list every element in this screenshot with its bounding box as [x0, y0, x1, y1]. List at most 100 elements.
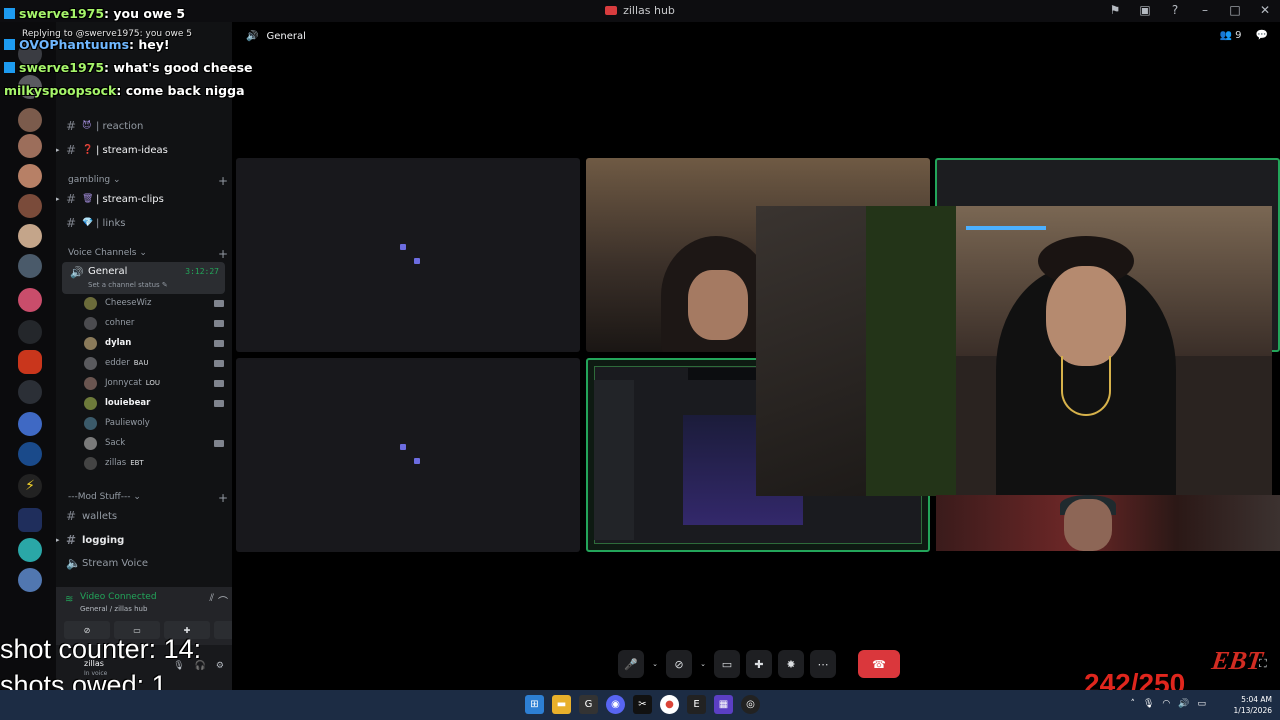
server-icon[interactable] — [18, 380, 42, 404]
server-icon[interactable] — [18, 320, 42, 344]
epic-games-icon[interactable]: E — [687, 695, 706, 714]
camera-button[interactable]: ⊘ — [666, 650, 692, 678]
avatar — [84, 416, 97, 430]
category-gambling[interactable]: gambling ⌄ + — [68, 174, 228, 188]
voice-user[interactable]: Pauliewoly — [84, 413, 224, 433]
more-options-button[interactable]: ⋯ — [810, 650, 836, 678]
disconnect-icon[interactable]: ⌒ — [218, 593, 228, 608]
close-icon[interactable]: ✕ — [1258, 3, 1272, 17]
voice-user[interactable]: CheeseWiz — [84, 293, 224, 313]
end-call-button[interactable]: ☎ — [858, 650, 900, 678]
activities-button[interactable]: ✚ — [746, 650, 772, 678]
camera-icon — [214, 439, 224, 447]
fullscreen-icon[interactable]: ⛶ — [1259, 657, 1267, 671]
webcam-wall — [756, 206, 876, 496]
server-icon[interactable] — [18, 538, 42, 562]
hash-icon: # — [66, 143, 77, 157]
start-button[interactable]: ⊞ — [525, 695, 544, 714]
video-tile-loading[interactable] — [236, 158, 580, 352]
voice-user[interactable]: louiebear — [84, 393, 224, 413]
hash-icon: # — [66, 533, 77, 547]
call-header-actions: 👥 9 💬 — [1220, 30, 1268, 41]
voice-user[interactable]: cohner — [84, 313, 224, 333]
video-tile-loading[interactable] — [236, 358, 580, 552]
voice-channel-general[interactable]: 🔊 General 3:12:27 Set a channel status ✎ — [62, 262, 225, 294]
add-channel-icon[interactable]: + — [218, 247, 228, 261]
chevron-down-icon[interactable]: ⌄ — [698, 650, 708, 678]
voice-user-name: CheeseWiz — [105, 298, 152, 308]
file-explorer-icon[interactable]: ▬ — [552, 695, 571, 714]
wifi-icon[interactable]: ◠ — [1162, 699, 1170, 709]
chevron-down-icon[interactable]: ⌄ — [650, 650, 660, 678]
participants-button[interactable]: 👥 9 — [1220, 30, 1242, 41]
channel-links[interactable]: # 💎 | links — [66, 213, 226, 233]
webcam-face — [688, 270, 748, 340]
avatar — [84, 296, 97, 310]
settings-icon[interactable]: ⚙ — [216, 661, 224, 671]
voice-user[interactable]: edder BAU — [84, 353, 224, 373]
server-icon[interactable] — [18, 288, 42, 312]
noise-suppression-icon[interactable]: ⫽ — [210, 593, 214, 604]
screen-icon[interactable]: ▣ — [1138, 3, 1152, 17]
soundboard-button[interactable]: ✸ — [778, 650, 804, 678]
voice-user[interactable]: dylan — [84, 333, 224, 353]
shared-sidebar — [594, 380, 634, 540]
badge-icon — [4, 39, 15, 50]
call-controls: 🎤 ⌄ ⊘ ⌄ ▭ ✚ ✸ ⋯ ☎ — [618, 650, 900, 678]
server-icon[interactable] — [18, 134, 42, 158]
channel-stream-ideas[interactable]: ▸ # ❓ | stream-ideas — [56, 140, 226, 160]
channel-stream-clips[interactable]: ▸ # 🗑 | stream-clips — [56, 189, 226, 209]
discord-icon[interactable]: ◉ — [606, 695, 625, 714]
taskbar-clock[interactable]: 5:04 AM 1/13/2026 — [1234, 694, 1272, 716]
battery-icon[interactable]: ▭ — [1197, 699, 1206, 709]
loading-indicator — [414, 458, 420, 464]
capcut-icon[interactable]: ✂ — [633, 695, 652, 714]
obs-icon[interactable]: ◎ — [741, 695, 760, 714]
folder-server-icon[interactable] — [18, 508, 42, 532]
server-icon[interactable] — [18, 442, 42, 466]
minimize-icon[interactable]: – — [1198, 3, 1212, 17]
microphone-button[interactable]: 🎤 — [618, 650, 644, 678]
webcam-face — [1046, 266, 1126, 366]
server-icon[interactable] — [18, 412, 42, 436]
lightning-server-icon[interactable]: ⚡ — [18, 474, 42, 498]
channel-reaction[interactable]: # 😈 | reaction — [66, 116, 226, 136]
secondary-webcam — [936, 495, 1280, 551]
chevron-up-icon[interactable]: ˄ — [1130, 699, 1135, 709]
add-channel-icon[interactable]: + — [218, 491, 228, 505]
voice-user-tag: LOU — [145, 379, 161, 387]
voice-user-tag: EBT — [130, 459, 144, 467]
grid-app-icon[interactable]: ▦ — [714, 695, 733, 714]
help-icon[interactable]: ? — [1168, 3, 1182, 17]
desktop: zillas hub ⚑ ▣ ? – □ ✕ ⚡ # 😈 | reaction … — [0, 0, 1280, 720]
chrome-icon[interactable]: ● — [660, 695, 679, 714]
chat-icon[interactable]: 💬 — [1256, 30, 1268, 41]
server-icon[interactable] — [18, 194, 42, 218]
volume-icon[interactable]: 🔊 — [1178, 699, 1189, 709]
screen-share-button[interactable]: ▭ — [714, 650, 740, 678]
server-icon[interactable] — [18, 568, 42, 592]
voice-user[interactable]: Jonnycat LOU — [84, 373, 224, 393]
category-voice-channels[interactable]: Voice Channels ⌄ + — [68, 247, 228, 261]
mic-tray-icon[interactable]: 🎙 — [1143, 699, 1154, 709]
loading-indicator — [414, 258, 420, 264]
server-icon[interactable] — [18, 164, 42, 188]
channel-status[interactable]: Set a channel status ✎ — [88, 281, 168, 289]
avatar — [84, 376, 97, 390]
server-icon[interactable] — [18, 108, 42, 132]
server-icon-active[interactable] — [18, 350, 42, 374]
server-icon[interactable] — [18, 254, 42, 278]
voice-user[interactable]: zillas EBT — [84, 453, 224, 473]
channel-wallets[interactable]: # wallets — [66, 506, 226, 526]
g-app-icon[interactable]: G — [579, 695, 598, 714]
voice-user[interactable]: Sack — [84, 433, 224, 453]
maximize-icon[interactable]: □ — [1228, 3, 1242, 17]
server-icon[interactable] — [18, 224, 42, 248]
channel-logging[interactable]: ▸ # logging — [56, 530, 226, 550]
add-channel-icon[interactable]: + — [218, 174, 228, 188]
webcam-plant-wall — [866, 206, 956, 496]
channel-stream-voice[interactable]: 🔈 Stream Voice — [66, 553, 226, 573]
chat-message: swerve1975: what's good cheese — [4, 56, 264, 79]
inbox-icon[interactable]: ⚑ — [1108, 3, 1122, 17]
category-mod-stuff[interactable]: ---Mod Stuff--- ⌄ + — [68, 491, 228, 505]
